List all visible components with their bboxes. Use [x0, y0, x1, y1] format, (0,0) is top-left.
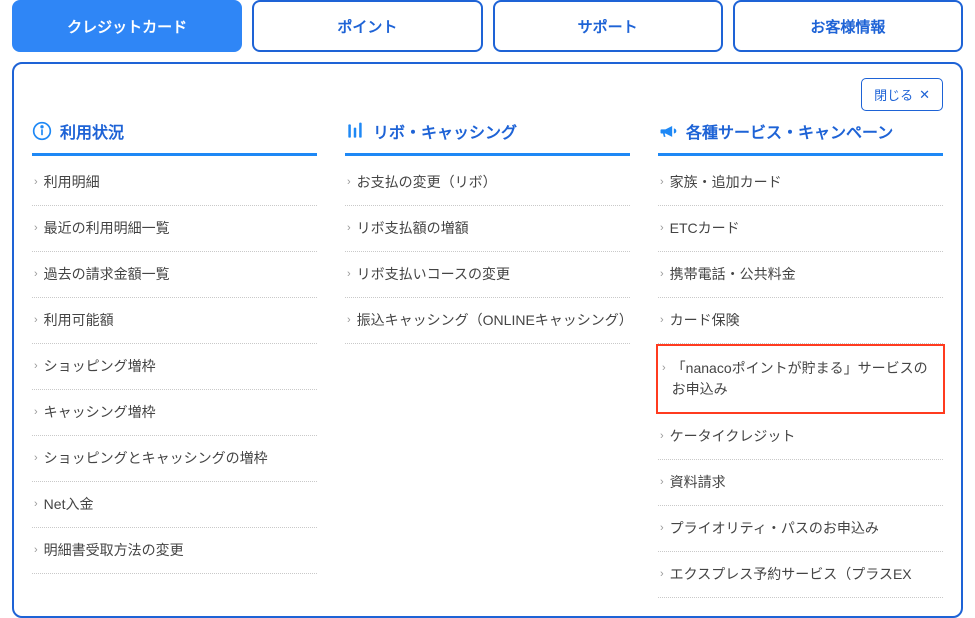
menu-item-label: ETCカード: [670, 218, 939, 239]
tab-1[interactable]: ポイント: [252, 0, 482, 52]
menu-item[interactable]: › 最近の利用明細一覧: [32, 206, 317, 252]
column-0: 利用状況 › 利用明細 › 最近の利用明細一覧 › 過去の請求金額一覧 › 利用可能額 › ショッピ…: [32, 119, 317, 598]
menu-item[interactable]: ›Net入金: [32, 482, 317, 528]
chevron-right-icon: ›: [660, 220, 664, 237]
menu-item[interactable]: › 資料請求: [658, 460, 943, 506]
chevron-right-icon: ›: [660, 566, 664, 583]
menu-item-label: 資料請求: [670, 472, 939, 493]
chevron-right-icon: ›: [34, 220, 38, 237]
column-1: リボ・キャッシング › お支払の変更（リボ） › リボ支払額の増額 › リボ支払いコースの変…: [345, 119, 630, 598]
chevron-right-icon: ›: [347, 266, 351, 283]
menu-item-label: リボ支払額の増額: [357, 218, 626, 239]
chevron-right-icon: ›: [662, 360, 666, 377]
menu-item[interactable]: › 振込キャッシング（ONLINEキャッシング）: [345, 298, 630, 344]
tab-label: クレジットカード: [67, 16, 187, 37]
tab-3[interactable]: お客様情報: [733, 0, 963, 52]
menu-item-label: 利用可能額: [44, 310, 313, 331]
menu-item-label: 振込キャッシング（ONLINEキャッシング）: [357, 310, 626, 331]
close-row: 閉じる ✕: [32, 78, 943, 111]
menu-item[interactable]: › エクスプレス予約サービス（プラスEX: [658, 552, 943, 598]
menu-item[interactable]: › リボ支払いコースの変更: [345, 252, 630, 298]
column-title: 利用状況: [60, 119, 124, 143]
chevron-right-icon: ›: [34, 496, 38, 513]
column-title: リボ・キャッシング: [373, 119, 517, 143]
menu-item[interactable]: › 携帯電話・公共料金: [658, 252, 943, 298]
menu-item-label: キャッシング増枠: [44, 402, 313, 423]
menu-item[interactable]: › ショッピングとキャッシングの増枠: [32, 436, 317, 482]
sliders-icon: [345, 121, 365, 141]
menu-item[interactable]: › 「nanacoポイントが貯まる」サービスのお申込み: [656, 344, 945, 414]
chevron-right-icon: ›: [34, 404, 38, 421]
menu-item-label: ショッピングとキャッシングの増枠: [44, 448, 313, 469]
menu-item-label: 明細書受取方法の変更: [44, 540, 313, 561]
menu-item-label: カード保険: [670, 310, 939, 331]
menu-item[interactable]: › 利用明細: [32, 160, 317, 206]
chevron-right-icon: ›: [34, 312, 38, 329]
menu-item[interactable]: › リボ支払額の増額: [345, 206, 630, 252]
menu-item-label: 家族・追加カード: [670, 172, 939, 193]
close-button[interactable]: 閉じる ✕: [861, 78, 943, 111]
column-header: 各種サービス・キャンペーン: [658, 119, 943, 156]
chevron-right-icon: ›: [34, 450, 38, 467]
menu-item[interactable]: › 過去の請求金額一覧: [32, 252, 317, 298]
chevron-right-icon: ›: [34, 174, 38, 191]
dropdown-panel: 閉じる ✕ 利用状況 › 利用明細 › 最近の利用明細一覧 › 過去の請求金額一覧 › 利用可能…: [12, 62, 963, 618]
menu-item-label: 携帯電話・公共料金: [670, 264, 939, 285]
close-label: 閉じる: [874, 85, 913, 104]
column-2: 各種サービス・キャンペーン›家族・追加カード›ETCカード›携帯電話・公共料金›…: [658, 119, 943, 598]
menu-item[interactable]: › ケータイクレジット: [658, 414, 943, 460]
chevron-right-icon: ›: [660, 520, 664, 537]
column-title: 各種サービス・キャンペーン: [686, 119, 893, 143]
menu-item[interactable]: › 家族・追加カード: [658, 160, 943, 206]
menu-item[interactable]: › 利用可能額: [32, 298, 317, 344]
chevron-right-icon: ›: [34, 542, 38, 559]
menu-item-label: プライオリティ・パスのお申込み: [670, 518, 939, 539]
tab-label: ポイント: [337, 16, 397, 37]
menu-item-label: ケータイクレジット: [670, 426, 939, 447]
menu-item-label: リボ支払いコースの変更: [357, 264, 626, 285]
tab-label: サポート: [578, 16, 638, 37]
menu-item[interactable]: › プライオリティ・パスのお申込み: [658, 506, 943, 552]
tab-2[interactable]: サポート: [493, 0, 723, 52]
tab-label: お客様情報: [810, 16, 885, 37]
info-icon: [32, 121, 52, 141]
menu-item[interactable]: › お支払の変更（リボ）: [345, 160, 630, 206]
column-header: リボ・キャッシング: [345, 119, 630, 156]
menu-item[interactable]: › カード保険: [658, 298, 943, 344]
menu-item-label: お支払の変更（リボ）: [357, 172, 626, 193]
menu-item-label: ショッピング増枠: [44, 356, 313, 377]
columns: 利用状況 › 利用明細 › 最近の利用明細一覧 › 過去の請求金額一覧 › 利用可能額 › ショッピ…: [32, 119, 943, 598]
menu-item-label: 「nanacoポイントが貯まる」サービスのお申込み: [672, 358, 937, 400]
chevron-right-icon: ›: [34, 358, 38, 375]
chevron-right-icon: ›: [660, 174, 664, 191]
chevron-right-icon: ›: [347, 220, 351, 237]
menu-item[interactable]: › ショッピング増枠: [32, 344, 317, 390]
chevron-right-icon: ›: [34, 266, 38, 283]
close-icon: ✕: [919, 87, 930, 103]
nav-tabs: クレジットカード ポイント サポート お客様情報: [12, 0, 963, 52]
chevron-right-icon: ›: [660, 474, 664, 491]
menu-item[interactable]: › キャッシング増枠: [32, 390, 317, 436]
megaphone-icon: [658, 121, 678, 141]
menu-item[interactable]: › ETCカード: [658, 206, 943, 252]
chevron-right-icon: ›: [347, 174, 351, 191]
chevron-right-icon: ›: [660, 428, 664, 445]
menu-item[interactable]: › 明細書受取方法の変更: [32, 528, 317, 574]
column-header: 利用状況: [32, 119, 317, 156]
menu-item-label: 最近の利用明細一覧: [44, 218, 313, 239]
menu-item-label: 過去の請求金額一覧: [44, 264, 313, 285]
menu-item-label: エクスプレス予約サービス（プラスEX: [670, 564, 939, 585]
menu-item-label: 利用明細: [44, 172, 313, 193]
chevron-right-icon: ›: [660, 312, 664, 329]
chevron-right-icon: ›: [347, 312, 351, 329]
chevron-right-icon: ›: [660, 266, 664, 283]
tab-0[interactable]: クレジットカード: [12, 0, 242, 52]
